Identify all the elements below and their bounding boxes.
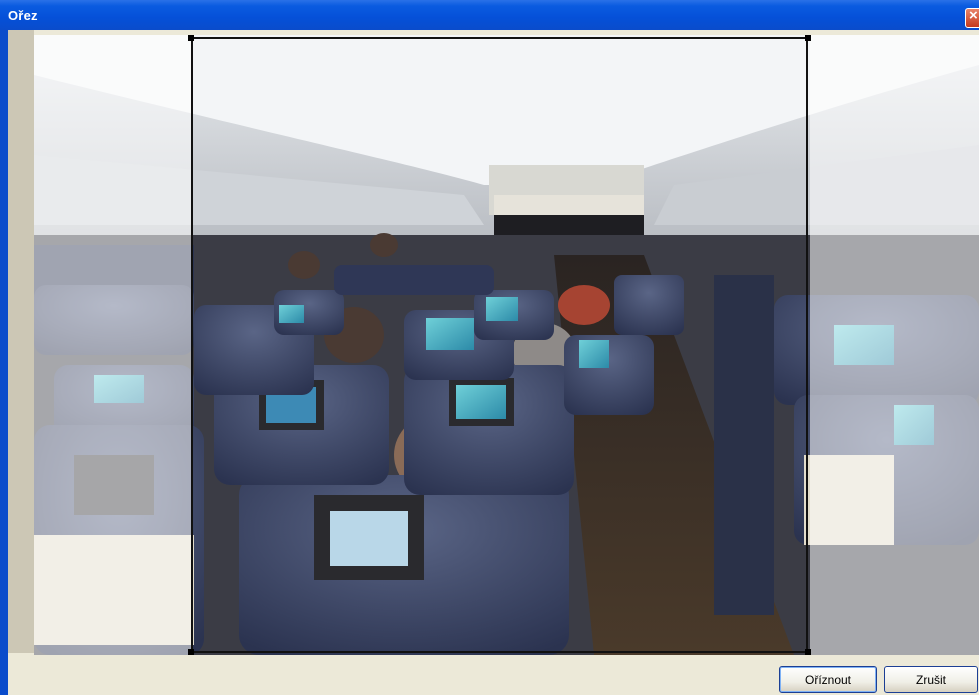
cancel-button[interactable]: Zrušit — [884, 666, 978, 693]
crop-handle-top-right[interactable] — [805, 35, 811, 41]
close-icon: × — [969, 7, 978, 24]
window-title: Ořez — [8, 8, 38, 23]
crop-button[interactable]: Oříznout — [779, 666, 877, 693]
canvas-margin — [8, 30, 34, 653]
title-bar: Ořez × — [0, 0, 979, 30]
crop-canvas[interactable] — [34, 35, 979, 655]
window-left-border — [0, 30, 8, 695]
close-button[interactable]: × — [965, 7, 979, 28]
crop-selection[interactable] — [191, 37, 808, 653]
crop-handle-top-left[interactable] — [188, 35, 194, 41]
dimmed-area-right — [810, 35, 979, 655]
dimmed-area-left — [34, 35, 191, 655]
